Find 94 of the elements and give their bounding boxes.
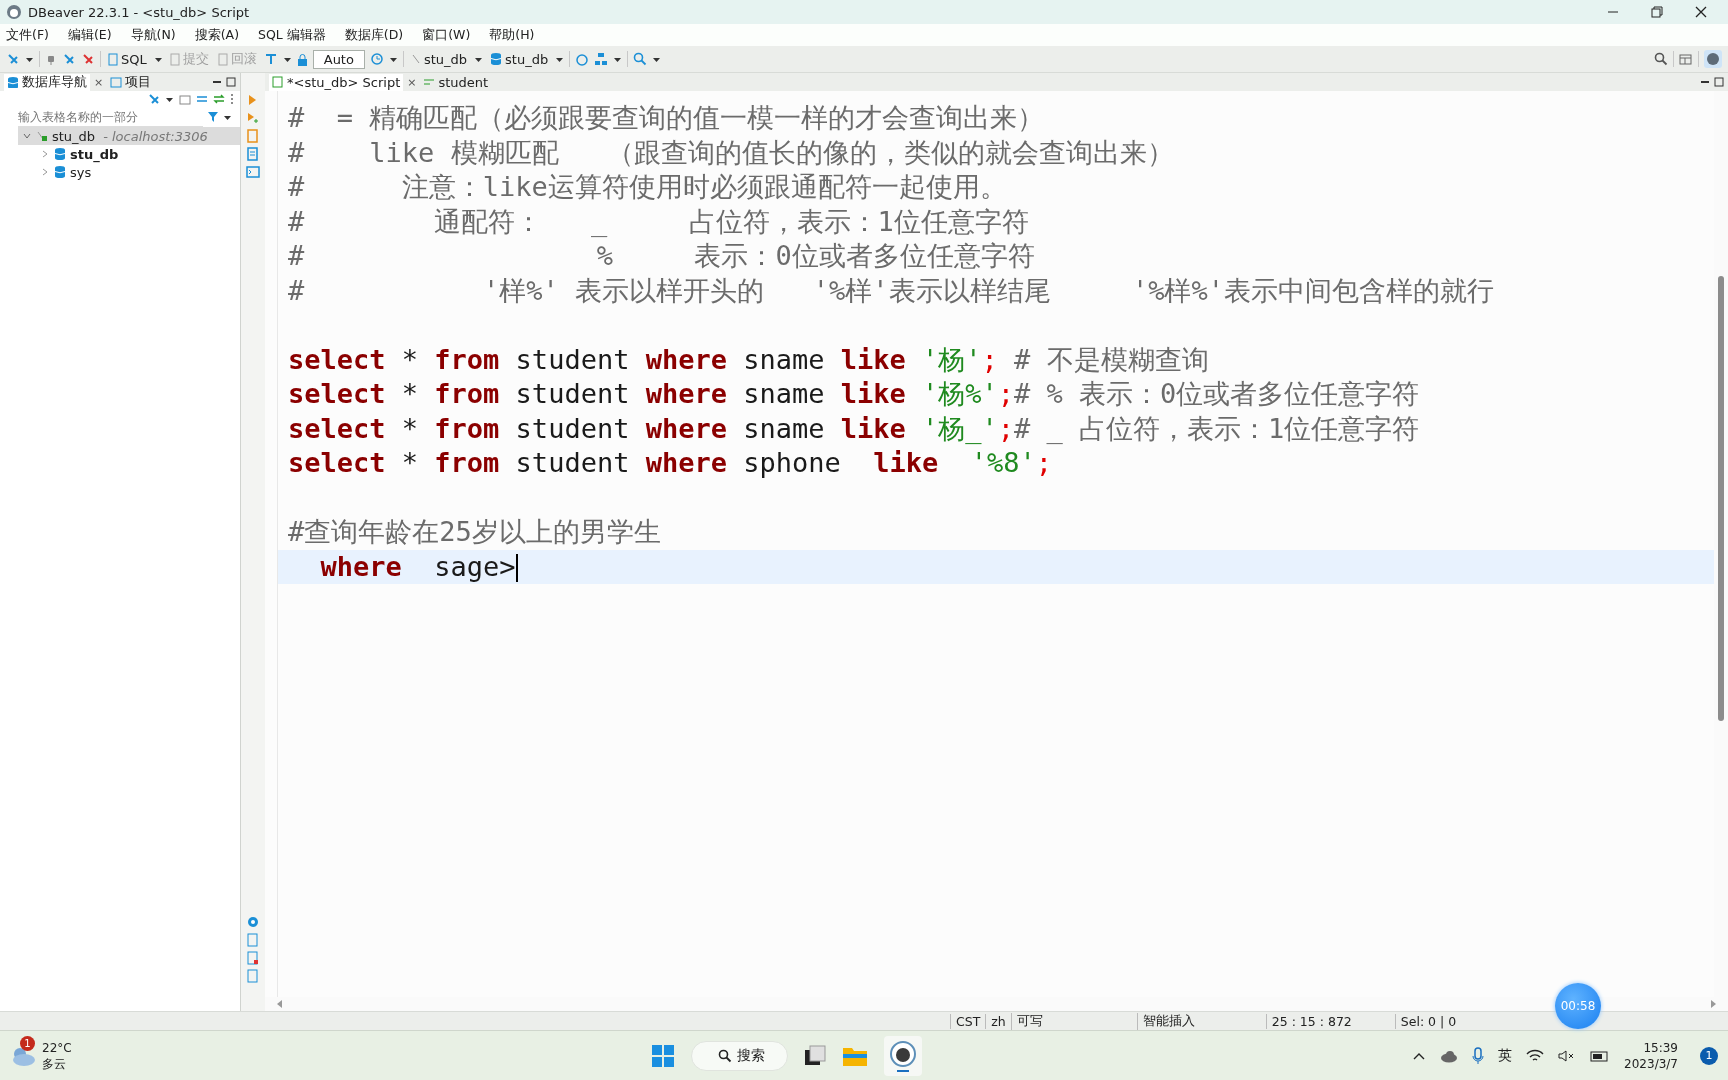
panel-tab[interactable]: 数据库导航 <box>4 73 90 91</box>
app-logo-icon <box>6 4 22 20</box>
editor-tab[interactable]: student <box>420 73 492 91</box>
status-text: 可写 <box>1010 1012 1137 1030</box>
code-line: # 通配符： _ 占位符，表示：1位任意字符 <box>287 204 1030 239</box>
collapse-icon[interactable] <box>196 93 208 105</box>
beaver-app-icon[interactable] <box>888 1039 917 1072</box>
code-line: # like 模糊匹配 （跟查询的值长的像的，类似的就会查询出来） <box>287 135 1176 170</box>
panel-tab[interactable]: 项目 <box>107 73 155 91</box>
cloud-icon[interactable] <box>1440 1048 1459 1063</box>
text-cursor <box>515 554 518 582</box>
code-line: select * from student where sname like '杨_';# _ 占位符，表示：1位任意字符 <box>287 411 1421 446</box>
settings-icon[interactable] <box>246 915 260 929</box>
new-folder-icon[interactable] <box>179 93 191 105</box>
code-line: # 注意：like运算符使用时必须跟通配符一起使用。 <box>287 170 1008 204</box>
sql-button[interactable]: SQL <box>106 51 149 67</box>
filter-icon[interactable] <box>207 111 219 123</box>
commit-button: 提交 <box>167 50 211 68</box>
tree-item-host: - localhost:3306 <box>103 128 208 144</box>
commit-mode-field[interactable]: Auto <box>312 49 365 69</box>
more-icon[interactable] <box>230 93 234 105</box>
menu-item[interactable]: 编辑(E) <box>67 26 112 44</box>
perspective-icon[interactable] <box>1679 52 1693 66</box>
database-icon <box>54 165 66 179</box>
cursor-position: 25 : 15 : 872 <box>1265 1013 1395 1029</box>
disconnect-icon[interactable] <box>81 52 95 66</box>
notification-badge: 1 <box>20 1035 35 1051</box>
code-line: # = 精确匹配（必须跟要查询的值一模一样的才会查询出来） <box>287 101 1046 135</box>
link-icon[interactable] <box>213 93 225 105</box>
menu-item[interactable]: 数据库(D) <box>344 26 404 44</box>
notification-badge[interactable]: 1 <box>1700 1046 1718 1065</box>
document-icon[interactable] <box>246 969 260 983</box>
rollback-button: 回滚 <box>215 50 259 68</box>
scroll-right-icon[interactable] <box>1710 999 1718 1009</box>
code-line: select * from student where sname like '杨%';# % 表示：0位或者多位任意字符 <box>287 377 1421 411</box>
clock-date[interactable]: 2023/3/7 <box>1624 1055 1678 1072</box>
document-icon <box>217 52 228 66</box>
code-line: select * from student where sphone like '%8'; <box>287 446 1054 480</box>
scroll-left-icon[interactable] <box>275 999 283 1009</box>
task-view-icon[interactable] <box>803 1044 826 1067</box>
window-title: DBeaver 22.3.1 - <stu_db> Script <box>28 4 250 20</box>
database-icon <box>7 76 19 88</box>
search-icon[interactable] <box>1654 52 1668 66</box>
start-icon[interactable] <box>650 1043 675 1068</box>
document-icon[interactable] <box>246 147 260 161</box>
terminal-icon[interactable] <box>246 165 260 179</box>
script-icon <box>108 52 118 66</box>
editor-tab[interactable]: *<stu_db> Script <box>269 73 404 91</box>
document-icon <box>169 52 180 66</box>
clock-time[interactable]: 15:39 <box>1643 1039 1678 1056</box>
scrollbar-thumb[interactable] <box>1718 276 1724 721</box>
avatar-icon[interactable] <box>1704 50 1722 68</box>
code-line: # % 表示：0位或者多位任意字符 <box>287 239 1036 273</box>
run-plus-icon[interactable] <box>246 111 260 125</box>
script-icon[interactable] <box>246 129 260 143</box>
datasource-selector[interactable]: stu_db <box>408 51 470 67</box>
battery-icon[interactable] <box>1590 1048 1611 1063</box>
script-icon <box>272 76 284 88</box>
tree-item[interactable]: sys <box>70 164 92 180</box>
code-line: # '样%' 表示以样开头的 '%样'表示以样结尾 '%样%'表示中间包含样的就行 <box>287 273 1495 308</box>
folder-icon <box>110 76 123 88</box>
maximize-icon[interactable] <box>1714 77 1724 87</box>
table-icon <box>423 76 436 88</box>
menu-item[interactable]: 搜索(A) <box>194 26 240 44</box>
database-icon <box>490 52 503 66</box>
restore-icon[interactable] <box>1650 5 1664 19</box>
taskbar-search[interactable]: 搜索 <box>690 1040 788 1071</box>
maximize-icon[interactable] <box>226 77 236 87</box>
code-line: #查询年龄在25岁以上的男学生 <box>287 515 662 549</box>
code-line: select * from student where sname like '杨'; # 不是模糊查询 <box>287 342 1210 377</box>
menu-item[interactable]: 导航(N) <box>130 26 176 44</box>
status-text: zh <box>985 1013 1011 1029</box>
weather-condition: 多云 <box>42 1055 67 1072</box>
wifi-icon[interactable] <box>1526 1048 1545 1063</box>
close-icon[interactable]: × <box>407 75 417 89</box>
menu-item[interactable]: 帮助(H) <box>489 26 535 44</box>
microphone-icon[interactable] <box>1472 1046 1485 1065</box>
menu-item[interactable]: 文件(F) <box>6 26 49 44</box>
selection-info: Sel: 0 | 0 <box>1394 1013 1496 1029</box>
close-icon[interactable]: × <box>94 75 104 89</box>
search-icon <box>717 1048 732 1063</box>
menu-item[interactable]: 窗口(W) <box>422 26 471 44</box>
status-text: CST <box>950 1013 986 1029</box>
temperature-text: 22°C <box>42 1039 72 1056</box>
input-method-indicator[interactable]: 英 <box>1498 1046 1513 1065</box>
tree-item[interactable]: stu_db <box>52 128 96 144</box>
database-icon <box>54 147 66 161</box>
document-icon[interactable] <box>246 933 260 947</box>
tree-item[interactable]: stu_db <box>70 146 119 162</box>
document-icon[interactable] <box>246 951 260 965</box>
schema-selector[interactable]: stu_db <box>488 51 551 67</box>
status-text: 智能插入 <box>1136 1012 1266 1030</box>
close-icon[interactable] <box>1694 5 1708 19</box>
menu-item[interactable]: SQL 编辑器 <box>258 26 326 44</box>
